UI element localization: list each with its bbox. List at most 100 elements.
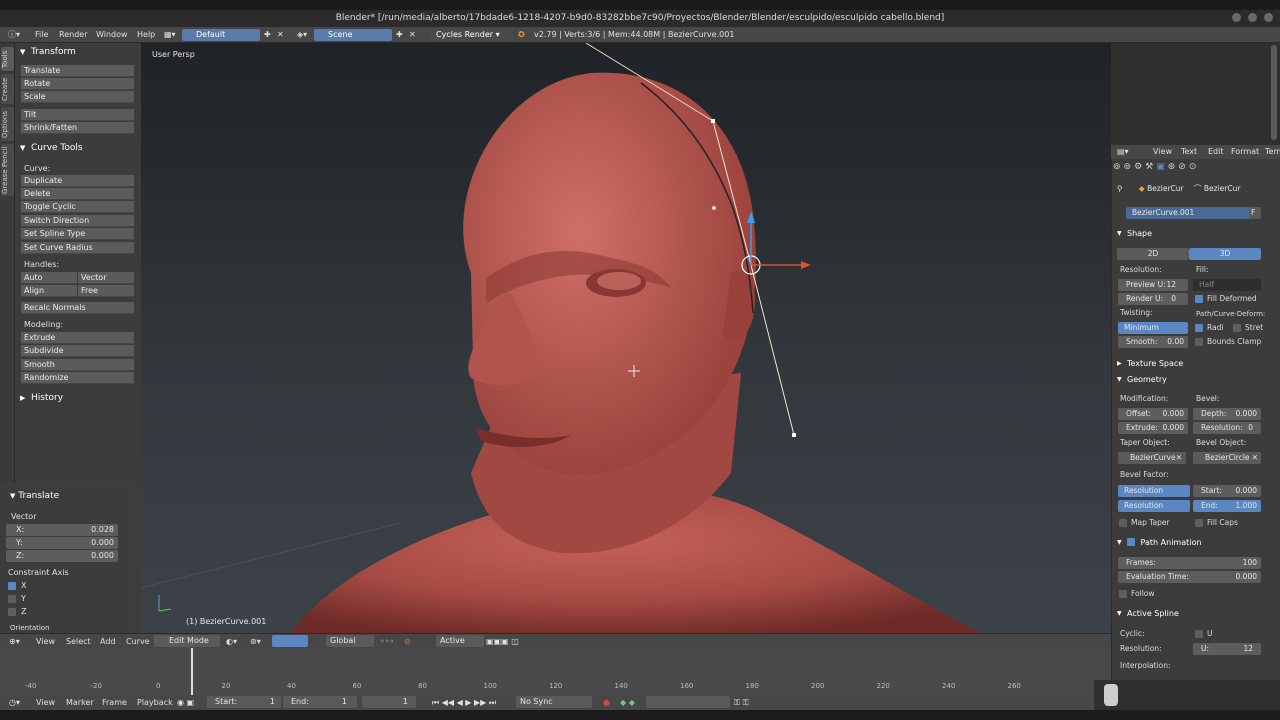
- text-editor-area[interactable]: [1111, 43, 1280, 145]
- text-menu-format[interactable]: Format: [1231, 145, 1259, 159]
- timeline-editor-icon[interactable]: ◷▾: [9, 695, 20, 710]
- snap-icons[interactable]: ▣▣▣ ◫: [486, 634, 519, 649]
- orientation-select[interactable]: Global: [326, 635, 374, 647]
- breadcrumb-object[interactable]: BezierCur: [1147, 184, 1184, 193]
- timeline[interactable]: -40 -20 0 20 40 60 80 100 120 140 160 180 200 220 240 2…: [0, 648, 1111, 695]
- set-curve-radius-button[interactable]: Set Curve Radius: [21, 242, 134, 254]
- layers-icon[interactable]: ◦◦◦: [380, 634, 394, 649]
- tilt-button[interactable]: Tilt: [21, 109, 134, 121]
- handle-free-button[interactable]: Free: [78, 285, 134, 297]
- view3d-menu-view[interactable]: View: [36, 634, 55, 649]
- view3d-menu-add[interactable]: Add: [100, 634, 116, 649]
- timeline-menu-frame[interactable]: Frame: [102, 695, 127, 710]
- scene-field[interactable]: Scene: [314, 29, 392, 41]
- map-taper-checkbox[interactable]: [1119, 519, 1127, 527]
- rotate-button[interactable]: Rotate: [21, 78, 134, 90]
- taper-object-field[interactable]: BezierCurve ✕: [1118, 452, 1186, 464]
- redo-panel-header[interactable]: ▼ Translate: [10, 491, 59, 501]
- active-spline-panel-header[interactable]: ▼ Active Spline: [1113, 607, 1273, 621]
- editor-type-icon[interactable]: ⓘ▾: [8, 27, 20, 43]
- current-frame-field[interactable]: 1: [362, 696, 416, 708]
- end-frame-field[interactable]: End: 1: [283, 696, 357, 708]
- fill-caps-checkbox[interactable]: [1195, 519, 1203, 527]
- pivot-icon[interactable]: ⊛▾: [250, 634, 261, 649]
- control-point[interactable]: [711, 119, 715, 123]
- view3d-menu-curve[interactable]: Curve: [126, 634, 150, 649]
- bevel-end-field[interactable]: End: 1.000: [1193, 500, 1261, 512]
- proportional-edit-icon[interactable]: ⊘: [404, 634, 411, 649]
- smooth-button[interactable]: Smooth: [21, 359, 134, 371]
- menu-help[interactable]: Help: [137, 27, 155, 43]
- menu-file[interactable]: File: [35, 27, 48, 43]
- fill-mode-select[interactable]: Half: [1193, 279, 1261, 291]
- text-menu-view[interactable]: View: [1153, 145, 1172, 159]
- timeline-menu-view[interactable]: View: [36, 695, 55, 710]
- maximize-icon[interactable]: [1248, 13, 1257, 22]
- depth-field[interactable]: Depth: 0.000: [1193, 408, 1261, 420]
- fake-user-button[interactable]: F: [1249, 207, 1261, 219]
- close-icon[interactable]: [1264, 13, 1273, 22]
- menu-render[interactable]: Render: [59, 27, 87, 43]
- geometry-panel-header[interactable]: ▼ Geometry: [1113, 373, 1273, 387]
- keyframe-icons[interactable]: ◆ ◆: [620, 695, 635, 710]
- path-animation-checkbox[interactable]: [1127, 538, 1135, 546]
- add-layout-icon[interactable]: ✚: [264, 27, 271, 43]
- text-editor-scrollbar[interactable]: [1271, 45, 1277, 140]
- vector-x-field[interactable]: X: 0.028: [6, 524, 118, 536]
- sync-select[interactable]: No Sync: [516, 696, 592, 708]
- record-icon[interactable]: ●: [603, 695, 610, 710]
- pin-icon[interactable]: ⚲: [1117, 184, 1123, 193]
- playback-controls-icon[interactable]: ⏮ ◀◀ ◀ ▶ ▶▶ ⏭: [432, 695, 496, 710]
- constraint-y-checkbox[interactable]: [8, 595, 16, 603]
- dimensions-2d-button[interactable]: 2D: [1117, 248, 1189, 260]
- offset-field[interactable]: Offset: 0.000: [1118, 408, 1188, 420]
- toggle-cyclic-button[interactable]: Toggle Cyclic: [21, 201, 134, 213]
- shrink-fatten-button[interactable]: Shrink/Fatten: [21, 122, 134, 134]
- handle-auto-button[interactable]: Auto: [21, 272, 77, 284]
- extrude-field[interactable]: Extrude: 0.000: [1118, 422, 1188, 434]
- manipulator-toggle[interactable]: [272, 635, 308, 647]
- clear-taper-icon[interactable]: ✕: [1176, 452, 1182, 464]
- clear-bevel-icon[interactable]: ✕: [1252, 452, 1258, 464]
- gizmo-x-arrow-icon[interactable]: [801, 261, 811, 269]
- tab-create[interactable]: Create: [1, 74, 14, 104]
- subdivide-button[interactable]: Subdivide: [21, 345, 134, 357]
- bevel-factor-start-mode[interactable]: Resolution: [1118, 485, 1190, 497]
- properties-context-tabs[interactable]: ⊚⊚⚙⚒▣⊛⊘⊙: [1113, 162, 1273, 175]
- set-spline-type-button[interactable]: Set Spline Type: [21, 228, 134, 240]
- add-scene-icon[interactable]: ✚: [396, 27, 403, 43]
- tab-grease-pencil[interactable]: Grease Pencil: [1, 144, 14, 196]
- keying-icons[interactable]: ◉ ▣: [177, 695, 194, 710]
- history-panel-header[interactable]: ▶ History: [15, 391, 141, 406]
- follow-checkbox[interactable]: [1119, 590, 1127, 598]
- keying-set-field[interactable]: [646, 696, 730, 708]
- twisting-mode-select[interactable]: Minimum: [1118, 322, 1188, 334]
- constraint-x-checkbox[interactable]: [8, 582, 16, 590]
- smooth-field[interactable]: Smooth: 0.00: [1118, 336, 1188, 348]
- curve-datablock-name-field[interactable]: BezierCurve.001: [1126, 207, 1252, 219]
- radius-checkbox[interactable]: [1195, 324, 1203, 332]
- control-point[interactable]: [792, 433, 796, 437]
- view3d-editor-icon[interactable]: ⊕▾: [9, 634, 20, 649]
- bevel-start-field[interactable]: Start: 0.000: [1193, 485, 1261, 497]
- remove-scene-icon[interactable]: ✕: [409, 27, 416, 43]
- text-menu-edit[interactable]: Edit: [1208, 145, 1224, 159]
- text-editor-type-icon[interactable]: ▤▾: [1117, 145, 1129, 159]
- 3d-viewport[interactable]: User Persp (1) BezierCurve.001: [141, 43, 1111, 633]
- texture-space-panel-header[interactable]: ▶ Texture Space: [1113, 357, 1273, 371]
- evaluation-time-field[interactable]: Evaluation Time: 0.000: [1118, 571, 1261, 583]
- text-menu-templates[interactable]: Tem: [1265, 145, 1280, 159]
- shading-icon[interactable]: ◐▾: [226, 634, 237, 649]
- recalc-normals-button[interactable]: Recalc Normals: [21, 302, 134, 314]
- handle-vector-button[interactable]: Vector: [78, 272, 134, 284]
- shape-panel-header[interactable]: ▼ Shape: [1113, 227, 1273, 241]
- duplicate-button[interactable]: Duplicate: [21, 175, 134, 187]
- frames-field[interactable]: Frames: 100: [1118, 557, 1261, 569]
- mode-select[interactable]: Edit Mode: [154, 635, 220, 647]
- control-point[interactable]: [712, 206, 716, 210]
- current-frame-cursor[interactable]: [191, 648, 193, 695]
- handle-align-button[interactable]: Align: [21, 285, 77, 297]
- render-engine-select[interactable]: Cycles Render ▾: [430, 29, 512, 41]
- preview-u-field[interactable]: Preview U: 12: [1118, 279, 1188, 291]
- bevel-object-field[interactable]: BezierCircle ✕: [1193, 452, 1261, 464]
